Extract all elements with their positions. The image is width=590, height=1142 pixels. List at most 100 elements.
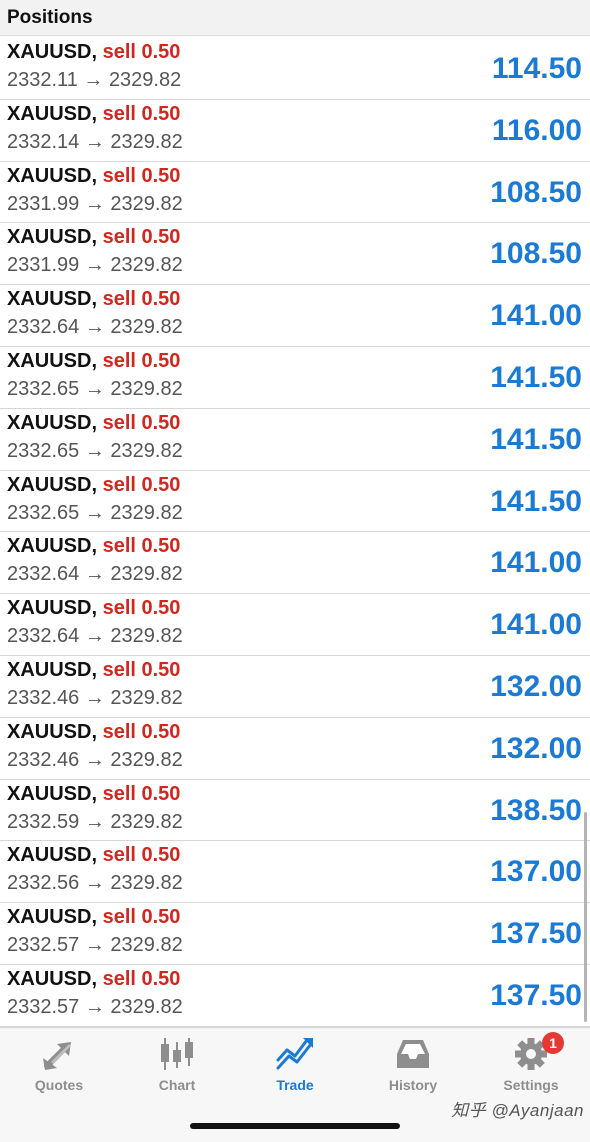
position-prices: 2332.59 → 2329.82 xyxy=(7,811,183,834)
position-symbol: XAUUSD, xyxy=(7,226,98,249)
position-open-price: 2331.99 xyxy=(7,192,80,215)
position-row[interactable]: XAUUSD, sell 0.50 2332.57 → 2329.82 137.50 xyxy=(0,965,590,1027)
trade-trend-icon xyxy=(276,1038,313,1070)
position-side-volume: sell 0.50 xyxy=(102,473,181,496)
position-symbol: XAUUSD, xyxy=(7,41,98,63)
tab-settings-label: Settings xyxy=(503,1077,559,1093)
position-profit: 141.00 xyxy=(490,608,582,642)
position-row[interactable]: XAUUSD, sell 0.50 2332.14 → 2329.82 116.00 xyxy=(0,100,590,162)
position-row[interactable]: XAUUSD, sell 0.50 2332.65 → 2329.82 141.50 xyxy=(0,409,590,471)
position-title: XAUUSD, sell 0.50 xyxy=(7,906,180,929)
position-symbol: XAUUSD, xyxy=(7,473,98,496)
position-open-price: 2332.14 xyxy=(7,130,80,153)
position-title: XAUUSD, sell 0.50 xyxy=(7,844,180,867)
price-arrow: → xyxy=(84,625,105,648)
position-row[interactable]: XAUUSD, sell 0.50 2332.46 → 2329.82 132.00 xyxy=(0,656,590,718)
tab-quotes-label: Quotes xyxy=(34,1077,84,1093)
position-current-price: 2329.82 xyxy=(110,192,183,215)
position-prices: 2332.46 → 2329.82 xyxy=(7,749,183,772)
position-open-price: 2332.57 xyxy=(7,934,80,957)
position-profit: 141.50 xyxy=(490,484,582,518)
position-side-volume: sell 0.50 xyxy=(102,226,181,249)
position-row[interactable]: XAUUSD, sell 0.50 2331.99 → 2329.82 108.50 xyxy=(0,162,590,224)
position-current-price: 2329.82 xyxy=(108,69,182,91)
scrollbar[interactable] xyxy=(584,812,587,1022)
tab-trade-label: Trade xyxy=(276,1077,314,1093)
position-row[interactable]: XAUUSD, sell 0.50 2332.65 → 2329.82 141.50 xyxy=(0,471,590,533)
position-title: XAUUSD, sell 0.50 xyxy=(7,474,180,497)
position-profit: 108.50 xyxy=(490,175,582,209)
price-arrow: → xyxy=(84,316,105,339)
price-arrow: → xyxy=(84,192,105,215)
position-prices: 2332.46 → 2329.82 xyxy=(7,687,183,710)
position-row[interactable]: XAUUSD, sell 0.50 2332.59 → 2329.82 138.50 xyxy=(0,780,590,842)
position-title: XAUUSD, sell 0.50 xyxy=(7,412,180,435)
position-current-price: 2329.82 xyxy=(110,872,183,895)
position-current-price: 2329.82 xyxy=(110,501,183,524)
tab-chart[interactable]: Chart xyxy=(118,1036,236,1100)
position-row[interactable]: XAUUSD, sell 0.50 2332.11 → 2329.82 114.50 xyxy=(0,38,590,100)
position-title: XAUUSD, sell 0.50 xyxy=(7,350,180,373)
position-symbol: XAUUSD, xyxy=(7,906,98,929)
price-arrow: → xyxy=(84,934,105,957)
position-open-price: 2331.99 xyxy=(7,254,80,277)
position-prices: 2332.64 → 2329.82 xyxy=(7,563,183,586)
position-prices: 2332.65 → 2329.82 xyxy=(7,440,183,463)
price-arrow: → xyxy=(84,872,105,895)
position-symbol: XAUUSD, xyxy=(7,720,98,743)
position-symbol: XAUUSD, xyxy=(7,967,98,990)
position-title: XAUUSD, sell 0.50 xyxy=(7,721,180,744)
position-symbol: XAUUSD, xyxy=(7,782,98,805)
position-prices: 2332.56 → 2329.82 xyxy=(7,872,183,895)
position-symbol: XAUUSD, xyxy=(7,535,98,558)
position-prices: 2332.65 → 2329.82 xyxy=(7,502,183,525)
position-prices: 2332.64 → 2329.82 xyxy=(7,316,183,339)
position-side-volume: sell 0.50 xyxy=(102,102,181,125)
position-profit: 141.00 xyxy=(490,299,582,333)
position-side-volume: sell 0.50 xyxy=(102,288,181,311)
position-side-volume: sell 0.50 xyxy=(102,782,181,805)
position-current-price: 2329.82 xyxy=(110,934,183,957)
position-current-price: 2329.82 xyxy=(110,130,183,153)
position-side-volume: sell 0.50 xyxy=(102,906,181,929)
positions-list[interactable]: XAUUSD, sell 0.50 2332.11 → 2329.82 114.50… xyxy=(0,38,590,1027)
position-prices: 2332.11 → 2329.82 xyxy=(7,69,181,92)
position-prices: 2332.14 → 2329.82 xyxy=(7,131,183,154)
tab-quotes[interactable]: Quotes xyxy=(0,1036,118,1100)
price-arrow: → xyxy=(84,254,105,277)
position-row[interactable]: XAUUSD, sell 0.50 2332.57 → 2329.82 137.50 xyxy=(0,903,590,965)
tab-trade[interactable]: Trade xyxy=(236,1036,354,1100)
price-arrow: → xyxy=(84,439,105,462)
position-current-price: 2329.82 xyxy=(110,439,183,462)
position-profit: 108.50 xyxy=(490,237,582,271)
position-row[interactable]: XAUUSD, sell 0.50 2332.46 → 2329.82 132.00 xyxy=(0,718,590,780)
position-current-price: 2329.82 xyxy=(110,563,183,586)
position-row[interactable]: XAUUSD, sell 0.50 2332.56 → 2329.82 137.00 xyxy=(0,841,590,904)
inbox-tray-icon xyxy=(397,1040,429,1068)
position-row[interactable]: XAUUSD, sell 0.50 2332.65 → 2329.82 141.50 xyxy=(0,347,590,409)
position-title: XAUUSD, sell 0.50 xyxy=(7,968,180,991)
position-current-price: 2329.82 xyxy=(110,316,183,339)
tab-settings[interactable]: 1 Settings xyxy=(472,1032,590,1100)
position-open-price: 2332.57 xyxy=(7,995,80,1018)
quotes-arrows-icon xyxy=(43,1042,71,1070)
position-symbol: XAUUSD, xyxy=(7,164,98,187)
position-current-price: 2329.82 xyxy=(110,686,183,709)
position-row[interactable]: XAUUSD, sell 0.50 2332.64 → 2329.82 141.00 xyxy=(0,594,590,656)
position-side-volume: sell 0.50 xyxy=(102,844,181,867)
position-title: XAUUSD, sell 0.50 xyxy=(7,41,180,64)
position-prices: 2331.99 → 2329.82 xyxy=(7,193,183,216)
price-arrow: → xyxy=(84,810,105,833)
position-profit: 116.00 xyxy=(491,113,582,147)
position-row[interactable]: XAUUSD, sell 0.50 2331.99 → 2329.82 108.50 xyxy=(0,223,590,286)
tab-history[interactable]: History xyxy=(354,1036,472,1100)
tab-history-label: History xyxy=(388,1077,438,1093)
position-title: XAUUSD, sell 0.50 xyxy=(7,659,180,682)
position-row[interactable]: XAUUSD, sell 0.50 2332.64 → 2329.82 141.00 xyxy=(0,532,590,595)
position-side-volume: sell 0.50 xyxy=(102,967,181,990)
positions-section-header: Positions xyxy=(0,0,590,36)
position-title: XAUUSD, sell 0.50 xyxy=(7,597,180,620)
tab-chart-label: Chart xyxy=(158,1077,196,1093)
position-symbol: XAUUSD, xyxy=(7,658,98,681)
position-row[interactable]: XAUUSD, sell 0.50 2332.64 → 2329.82 141.00 xyxy=(0,285,590,347)
